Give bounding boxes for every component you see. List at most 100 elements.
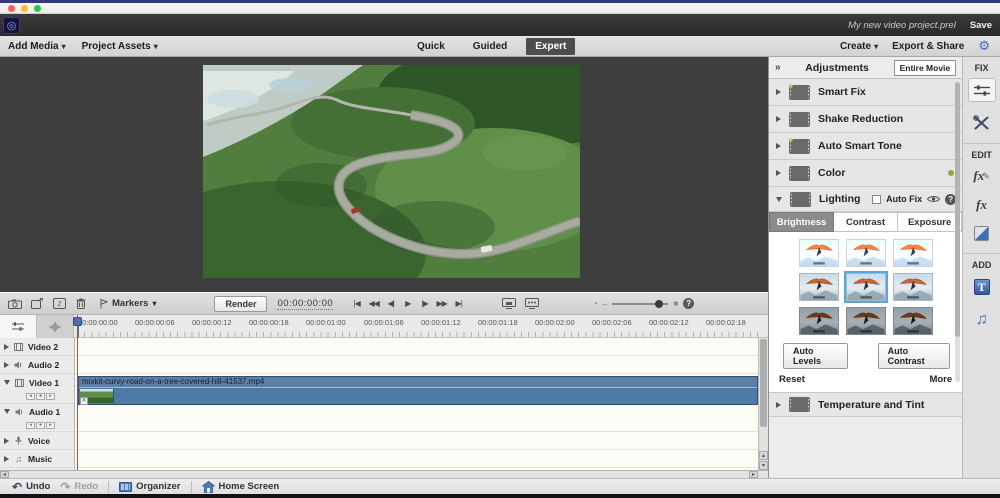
keyframe-next-button[interactable]: ▸ bbox=[46, 422, 55, 429]
close-window-button[interactable] bbox=[8, 5, 15, 12]
timeline-horizontal-scrollbar[interactable]: ◂ ▸ bbox=[0, 470, 768, 478]
lighting-thumb[interactable] bbox=[846, 273, 886, 301]
timecode-display[interactable]: 00:00:00:00 bbox=[277, 298, 333, 310]
scroll-right-button[interactable]: ▸ bbox=[749, 471, 758, 478]
scrollbar-thumb[interactable] bbox=[760, 339, 767, 427]
lane-audio2[interactable] bbox=[76, 356, 758, 374]
redo-button[interactable]: ↷ Redo bbox=[60, 481, 98, 493]
playhead-line[interactable] bbox=[77, 315, 78, 470]
lane-music[interactable] bbox=[76, 450, 758, 468]
help-icon[interactable]: ? bbox=[683, 298, 694, 309]
snapshot-camera-icon[interactable] bbox=[4, 299, 26, 309]
collapse-track-icon[interactable] bbox=[4, 409, 10, 414]
lighting-thumb[interactable] bbox=[893, 239, 933, 267]
lighting-thumb[interactable] bbox=[893, 273, 933, 301]
organizer-button[interactable]: Organizer bbox=[119, 481, 180, 492]
grab-frame-icon[interactable] bbox=[26, 298, 48, 309]
timeline-ruler[interactable]: 00:00:00:00 00:00:00:06 00:00:00:12 00:0… bbox=[0, 315, 768, 338]
lighting-thumb[interactable] bbox=[799, 307, 839, 335]
lane-voice[interactable] bbox=[76, 432, 758, 450]
keyframe-add-button[interactable]: ● bbox=[36, 422, 45, 429]
shake-reduction-row[interactable]: Shake Reduction bbox=[769, 106, 962, 133]
full-screen-monitor-icon[interactable] bbox=[502, 298, 516, 309]
tab-contrast[interactable]: Contrast bbox=[834, 212, 898, 232]
add-media-menu[interactable]: Add Media▾ bbox=[8, 41, 66, 52]
reset-button[interactable]: Reset bbox=[779, 374, 805, 385]
zoom-fit-icon[interactable]: ■ bbox=[673, 299, 678, 308]
lane-video2[interactable] bbox=[76, 338, 758, 356]
save-button[interactable]: Save bbox=[970, 20, 992, 31]
tools-button[interactable] bbox=[973, 115, 990, 131]
zoom-window-button[interactable] bbox=[34, 5, 41, 12]
auto-smart-tone-row[interactable]: Auto Smart Tone bbox=[769, 133, 962, 160]
color-row[interactable]: Color bbox=[769, 160, 962, 187]
scroll-left-button[interactable]: ◂ bbox=[0, 471, 9, 478]
expand-section-icon[interactable] bbox=[776, 143, 781, 149]
track-header-audio2[interactable]: Audio 2 bbox=[0, 356, 74, 374]
go-to-end-button[interactable]: ▶| bbox=[451, 299, 466, 308]
expand-track-icon[interactable] bbox=[4, 362, 9, 368]
scroll-down-button[interactable]: ▾ bbox=[759, 461, 768, 470]
track-header-music[interactable]: ♫ Music bbox=[0, 450, 74, 468]
video-clip[interactable]: mixkit-curvy-road-on-a-tree-covered-hill… bbox=[78, 376, 758, 405]
lane-audio1[interactable] bbox=[76, 404, 758, 432]
auto-fix-checkbox[interactable] bbox=[872, 195, 881, 204]
track-header-audio1[interactable]: Audio 1 ◂ ● ▸ bbox=[0, 404, 74, 432]
render-button[interactable]: Render bbox=[214, 296, 267, 312]
scroll-up-button[interactable]: ▴ bbox=[759, 451, 768, 460]
tab-guided[interactable]: Guided bbox=[464, 38, 516, 55]
track-settings-tab[interactable] bbox=[0, 315, 37, 338]
visibility-eye-icon[interactable] bbox=[927, 195, 940, 203]
undo-button[interactable]: ↶ Undo bbox=[12, 481, 50, 493]
zoom-minus-icon[interactable]: – bbox=[602, 299, 607, 309]
expand-section-icon[interactable] bbox=[776, 116, 781, 122]
panel-scrollbar[interactable] bbox=[955, 82, 960, 382]
play-button[interactable]: ▶ bbox=[400, 299, 415, 308]
keyframe-add-button[interactable]: ● bbox=[36, 393, 45, 400]
home-screen-button[interactable]: Home Screen bbox=[202, 481, 280, 493]
expand-section-icon[interactable] bbox=[776, 89, 781, 95]
collapse-track-icon[interactable] bbox=[4, 380, 10, 385]
gear-icon[interactable]: ⚙ bbox=[978, 38, 990, 54]
lighting-thumb[interactable] bbox=[846, 239, 886, 267]
minimize-window-button[interactable] bbox=[21, 5, 28, 12]
timeline-zoom-slider[interactable] bbox=[612, 303, 668, 305]
project-assets-menu[interactable]: Project Assets▾ bbox=[82, 41, 158, 52]
slideshow-icon[interactable]: 2 bbox=[48, 298, 70, 309]
audio-mix-monitor-icon[interactable] bbox=[525, 298, 539, 309]
tab-expert[interactable]: Expert bbox=[526, 38, 575, 55]
lighting-thumb[interactable] bbox=[799, 239, 839, 267]
track-header-video2[interactable]: Video 2 bbox=[0, 338, 74, 356]
zoom-out-icon[interactable]: ▪ bbox=[595, 301, 597, 307]
tab-brightness[interactable]: Brightness bbox=[769, 212, 834, 232]
scrollbar-thumb[interactable] bbox=[955, 82, 960, 337]
go-to-start-button[interactable]: |◀ bbox=[349, 299, 364, 308]
track-header-voice[interactable]: Voice bbox=[0, 432, 74, 450]
titles-text-button[interactable]: T bbox=[974, 279, 990, 295]
smart-fix-row[interactable]: Smart Fix bbox=[769, 79, 962, 106]
step-back-button[interactable]: ◀| bbox=[383, 299, 398, 308]
expand-track-icon[interactable] bbox=[4, 438, 9, 444]
music-button[interactable]: ♫ bbox=[976, 311, 988, 329]
collapse-section-icon[interactable] bbox=[776, 197, 782, 202]
expand-track-icon[interactable] bbox=[4, 344, 9, 350]
lighting-thumb[interactable] bbox=[799, 273, 839, 301]
rewind-button[interactable]: ◀◀ bbox=[366, 299, 381, 308]
expand-track-icon[interactable] bbox=[4, 456, 9, 462]
step-forward-button[interactable]: |▶ bbox=[417, 299, 432, 308]
fast-forward-button[interactable]: ▶▶ bbox=[434, 299, 449, 308]
entire-movie-button[interactable]: Entire Movie bbox=[894, 60, 957, 76]
create-menu[interactable]: Create▾ bbox=[840, 41, 878, 52]
keyframe-prev-button[interactable]: ◂ bbox=[26, 393, 35, 400]
selection-tool-tab[interactable] bbox=[37, 315, 74, 338]
keyframe-next-button[interactable]: ▸ bbox=[46, 393, 55, 400]
applied-effects-button[interactable]: fx✎ bbox=[973, 168, 989, 184]
expand-section-icon[interactable] bbox=[776, 402, 781, 408]
markers-menu[interactable]: Markers ▾ bbox=[100, 298, 156, 309]
temperature-tint-row[interactable]: Temperature and Tint bbox=[769, 393, 962, 417]
export-share-button[interactable]: Export & Share bbox=[892, 41, 964, 52]
auto-levels-button[interactable]: Auto Levels bbox=[783, 343, 848, 369]
lighting-row[interactable]: Lighting Auto Fix ? bbox=[769, 187, 962, 212]
tab-quick[interactable]: Quick bbox=[408, 38, 454, 55]
keyframe-prev-button[interactable]: ◂ bbox=[26, 422, 35, 429]
